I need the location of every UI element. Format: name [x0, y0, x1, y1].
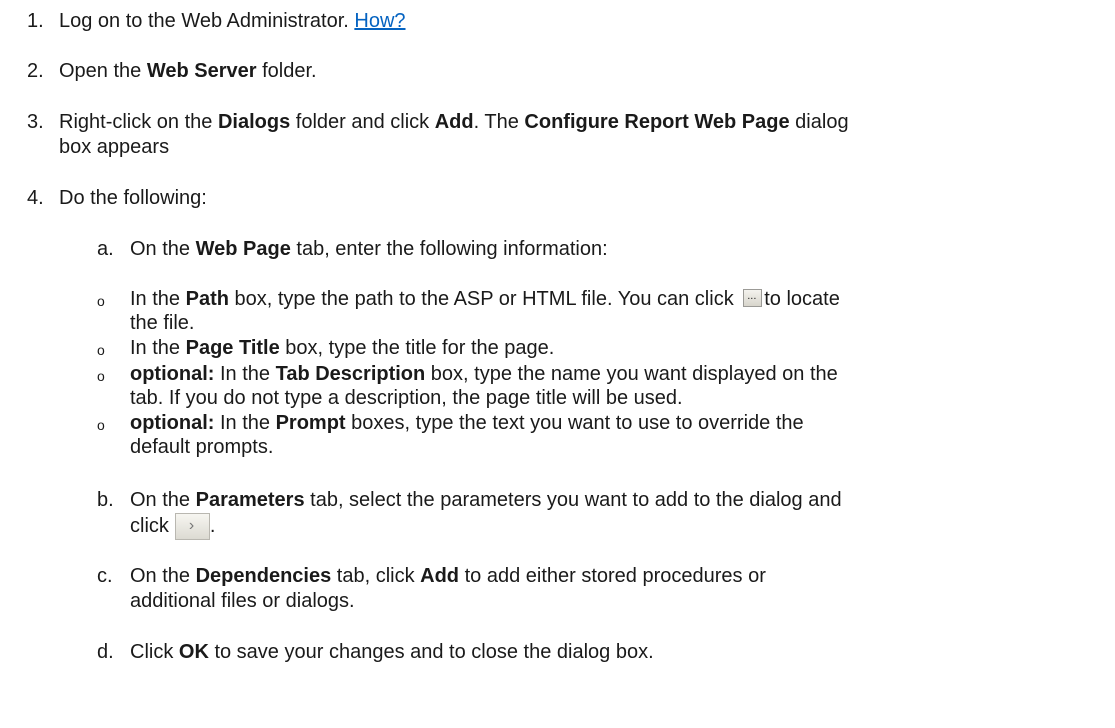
bullet-glyph: o [97, 417, 105, 433]
bullet-1-after: to locate [764, 288, 840, 310]
bullet-4-continuation: default prompts. [130, 436, 274, 458]
substep-b-letter: b. [97, 489, 114, 511]
bullet-1-continuation: the file. [130, 312, 195, 334]
bullet-1-pre: In the [130, 288, 186, 310]
add-term: Add [420, 565, 460, 587]
step-2-pre: Open the [59, 60, 147, 82]
substep-a-pre: On the [130, 238, 196, 260]
ok-term: OK [178, 641, 209, 663]
bullet-4-pre: In the [214, 412, 276, 434]
substep-c-letter: c. [97, 565, 113, 587]
step-3-mid1: folder and click [290, 111, 435, 133]
substep-a-post: tab, enter the following information: [290, 238, 608, 260]
substep-c-post: to add either stored procedures or [459, 565, 766, 587]
bullet-4-text: optional: In the Prompt boxes, type the … [130, 411, 804, 435]
step-3-pre: Right-click on the [59, 111, 218, 133]
dependencies-term: Dependencies [195, 565, 332, 587]
bullet-2-post: box, type the title for the page. [279, 337, 555, 359]
step-1-label: Log on to the Web Administrator. [59, 10, 355, 32]
step-3-continuation: box appears [59, 136, 170, 158]
step-3-mid2: . The [473, 111, 525, 133]
substep-c-pre: On the [130, 565, 196, 587]
bullet-glyph: o [97, 368, 105, 384]
tab-description-term: Tab Description [275, 363, 426, 385]
step-3-number: 3. [27, 111, 44, 133]
substep-a-letter: a. [97, 238, 114, 260]
bullet-1-post: box, type the path to the ASP or HTML fi… [228, 288, 740, 310]
substep-c-mid: tab, click [331, 565, 421, 587]
bullet-3-post: box, type the name you want displayed on… [425, 363, 838, 385]
dialogs-term: Dialogs [217, 111, 291, 133]
step-4-number: 4. [27, 187, 44, 209]
substep-b-text: On the Parameters tab, select the parame… [130, 488, 842, 512]
step-2-text: Open the Web Server folder. [59, 59, 317, 83]
substep-b-continuation: click. [130, 513, 215, 540]
substep-d-letter: d. [97, 641, 114, 663]
substep-d-text: Click OK to save your changes and to clo… [130, 640, 654, 664]
prompt-term: Prompt [275, 412, 346, 434]
substep-d-post: to save your changes and to close the di… [208, 641, 654, 663]
ellipsis-button-icon[interactable] [743, 284, 763, 308]
bullet-2-pre: In the [130, 337, 186, 359]
substep-b-pre: On the [130, 489, 196, 511]
bullet-3-text: optional: In the Tab Description box, ty… [130, 362, 838, 386]
bullet-3-pre: In the [214, 363, 276, 385]
step-1-number: 1. [27, 10, 44, 32]
step-2-post: folder. [256, 60, 317, 82]
web-server-term: Web Server [146, 60, 257, 82]
step-1-text: Log on to the Web Administrator. How? [59, 9, 406, 33]
step-3-post: dialog [789, 111, 849, 133]
add-arrow-button-icon[interactable] [174, 513, 210, 540]
optional-label: optional: [130, 363, 215, 385]
substep-c-text: On the Dependencies tab, click Add to ad… [130, 564, 766, 588]
add-term: Add [434, 111, 474, 133]
path-term: Path [185, 288, 229, 310]
step-4-text: Do the following: [59, 187, 207, 209]
substep-d-pre: Click [130, 641, 179, 663]
optional-label: optional: [130, 412, 215, 434]
web-page-term: Web Page [195, 238, 291, 260]
parameters-term: Parameters [195, 489, 305, 511]
substep-a-text: On the Web Page tab, enter the following… [130, 237, 608, 261]
how-link[interactable]: How? [354, 10, 405, 32]
step-3-text: Right-click on the Dialogs folder and cl… [59, 110, 849, 134]
bullet-4-post: boxes, type the text you want to use to … [345, 412, 804, 434]
substep-b-cont: click [130, 515, 169, 537]
configure-report-term: Configure Report Web Page [524, 111, 790, 133]
bullet-3-continuation: tab. If you do not type a description, t… [130, 387, 683, 409]
bullet-1-text: In the Path box, type the path to the AS… [130, 284, 840, 311]
substep-c-continuation: additional files or dialogs. [130, 590, 355, 612]
period: . [209, 515, 216, 537]
bullet-2-text: In the Page Title box, type the title fo… [130, 336, 554, 360]
bullet-glyph: o [97, 342, 105, 358]
step-2-number: 2. [27, 60, 44, 82]
page-title-term: Page Title [185, 337, 280, 359]
substep-b-post: tab, select the parameters you want to a… [304, 489, 842, 511]
bullet-glyph: o [97, 293, 105, 309]
